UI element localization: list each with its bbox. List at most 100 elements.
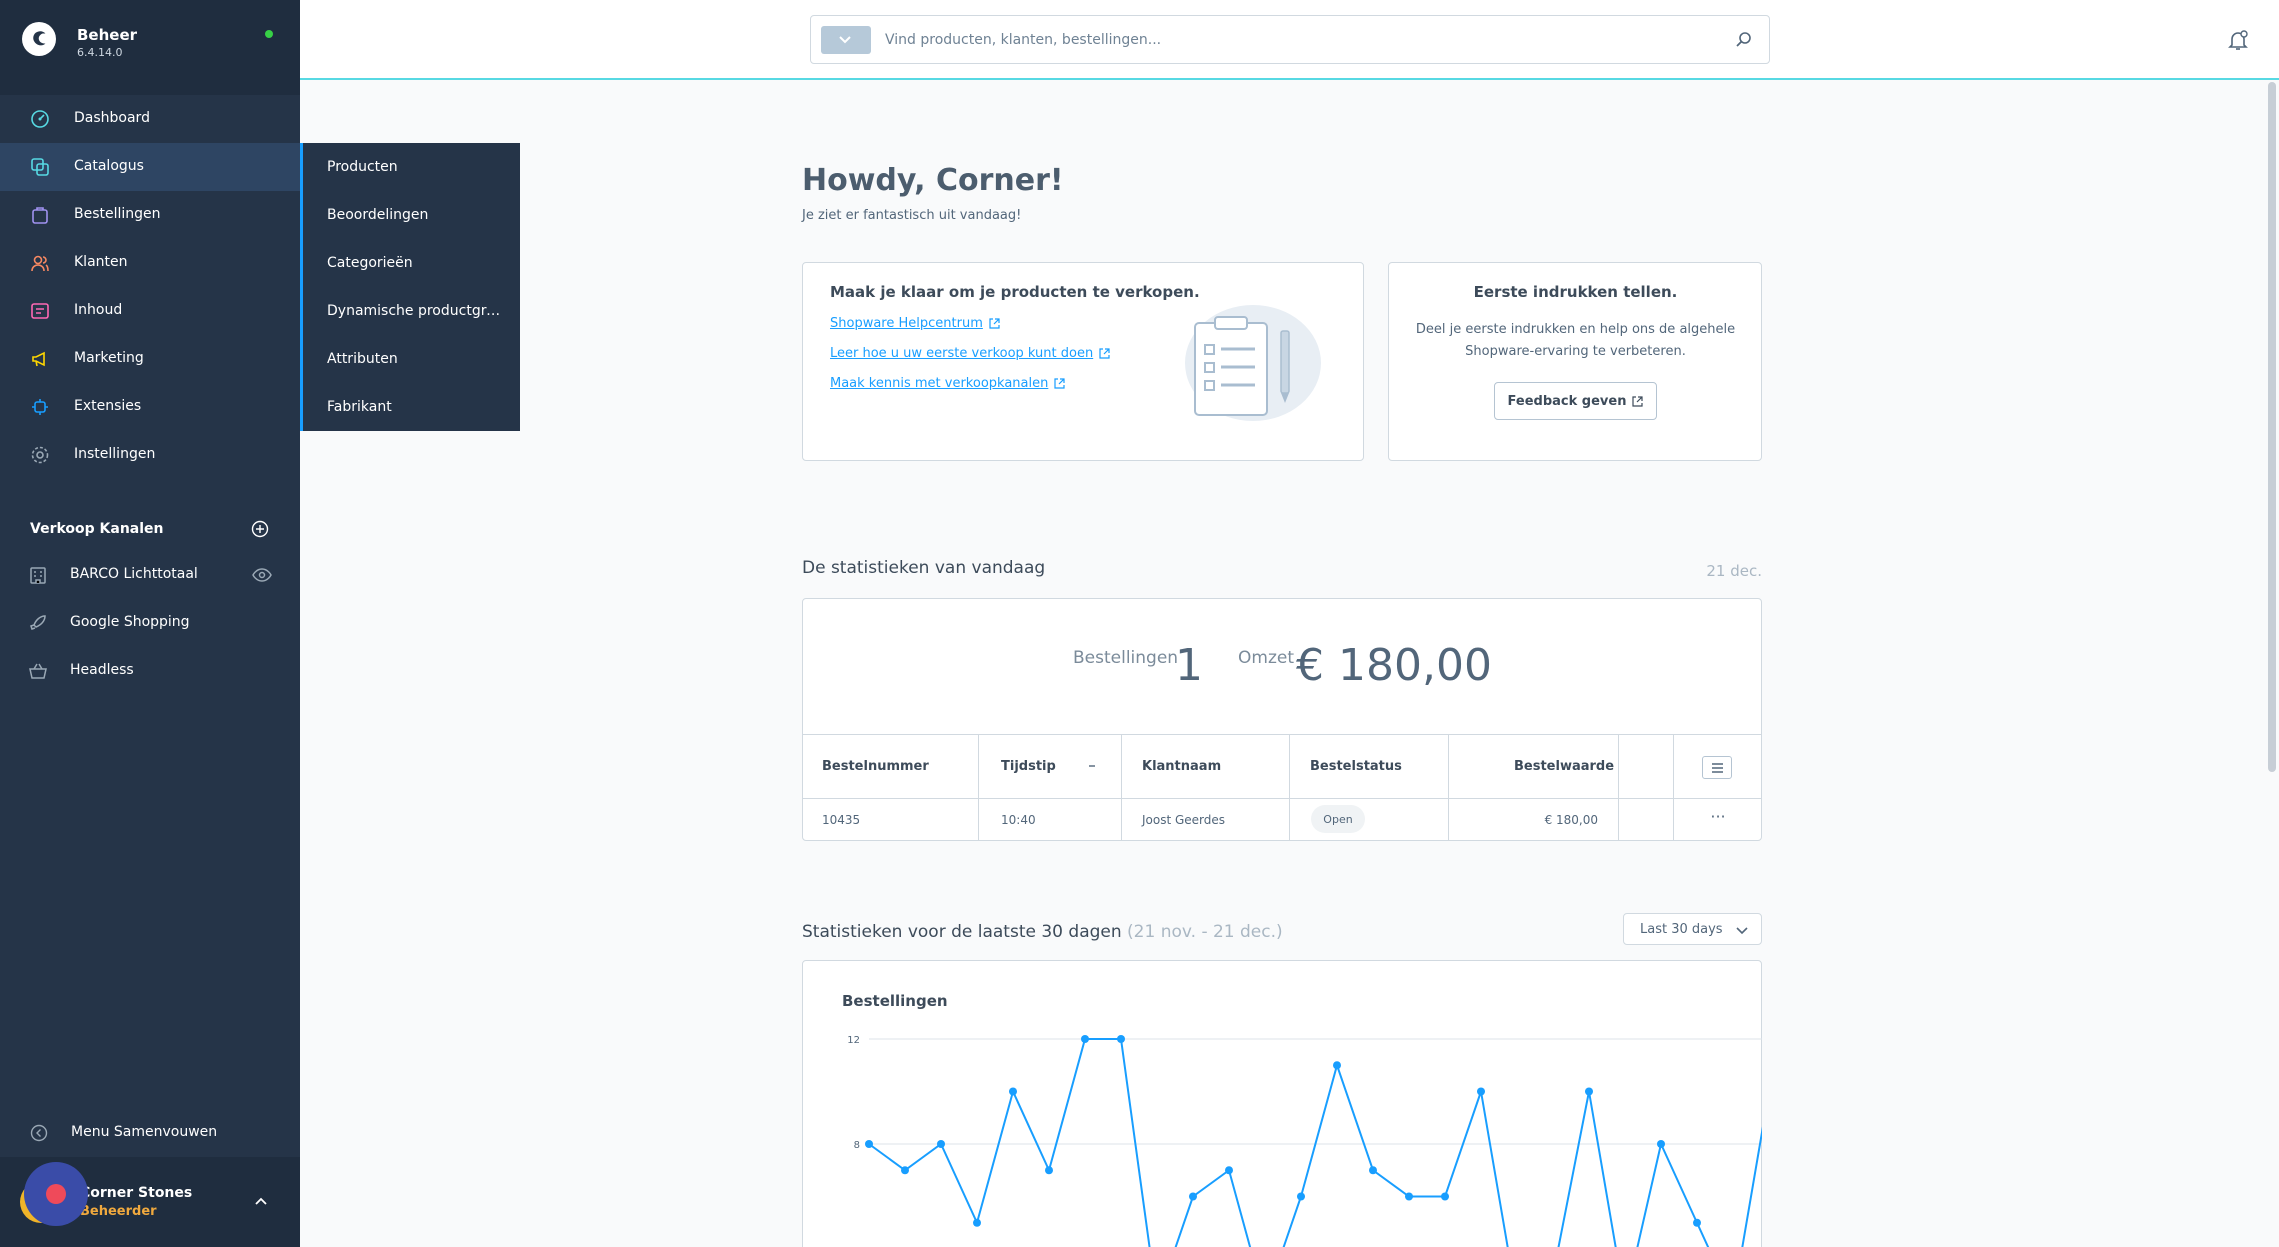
help-center-link[interactable]: Shopware Helpcentrum: [830, 316, 1000, 331]
col-header-klantnaam[interactable]: Klantnaam: [1142, 759, 1221, 774]
sidebar-item-extensies[interactable]: Extensies: [0, 383, 300, 431]
sort-indicator-icon[interactable]: [1088, 762, 1096, 770]
collapse-menu-label: Menu Samenvouwen: [71, 1124, 218, 1140]
add-sales-channel-icon[interactable]: [251, 520, 269, 538]
sidebar-item-inhoud[interactable]: Inhoud: [0, 287, 300, 335]
sales-channel-label: Google Shopping: [70, 614, 190, 630]
sales-channel-headless[interactable]: Headless: [0, 649, 300, 693]
chart-data-point[interactable]: [1117, 1035, 1125, 1043]
first-sale-link[interactable]: Leer hoe u uw eerste verkoop kunt doen: [830, 346, 1110, 361]
chart-y-tick-label: 8: [854, 1140, 860, 1151]
chart-data-point[interactable]: [1441, 1192, 1449, 1201]
basket-icon: [29, 663, 47, 679]
settings-icon: [31, 446, 49, 464]
extensions-icon: [32, 399, 48, 415]
chart-data-point[interactable]: [973, 1218, 981, 1227]
greeting-title: Howdy, Corner!: [802, 163, 1064, 198]
notification-bell-icon[interactable]: [2226, 28, 2250, 52]
chart-data-point[interactable]: [1081, 1035, 1089, 1043]
collapse-menu-button[interactable]: Menu Samenvouwen: [0, 1112, 300, 1152]
chart-data-point[interactable]: [1297, 1192, 1305, 1201]
search-input[interactable]: [885, 26, 1715, 54]
sidebar-item-marketing[interactable]: Marketing: [0, 335, 300, 383]
marketing-icon: [32, 351, 45, 367]
feedback-text: Deel je eerste indrukken en help ons de …: [1415, 322, 1736, 359]
app-version: 6.4.14.0: [77, 46, 123, 59]
range-select-value: Last 30 days: [1640, 922, 1723, 937]
revenue-kpi-label: Omzet: [1238, 648, 1294, 668]
chart-data-point[interactable]: [1369, 1166, 1377, 1175]
link-text: Shopware Helpcentrum: [830, 316, 983, 331]
status-badge: Open: [1311, 805, 1365, 833]
chart-data-point[interactable]: [1405, 1192, 1413, 1201]
user-name: Corner Stones: [80, 1185, 193, 1201]
catalog-flyout-menu: Producten Beoordelingen Categorieën Dyna…: [300, 143, 520, 431]
chevron-left-circle-icon: [30, 1124, 48, 1142]
floating-action-button[interactable]: [24, 1162, 88, 1226]
eye-icon[interactable]: [252, 567, 272, 583]
stats30-title-text: Statistieken voor de laatste 30 dagen: [802, 922, 1122, 942]
col-header-bestelwaarde[interactable]: Bestelwaarde: [1514, 759, 1614, 774]
sidebar: Beheer 6.4.14.0 Dashboard Catalogus Best…: [0, 0, 300, 1247]
external-link-icon: [989, 318, 1000, 329]
chart-data-point[interactable]: [1693, 1218, 1701, 1227]
cell-order-number[interactable]: 10435: [822, 813, 860, 827]
catalog-icon: [31, 158, 49, 176]
sidebar-item-bestellingen[interactable]: Bestellingen: [0, 191, 300, 239]
table-col-divider: [978, 734, 979, 840]
chart-data-point[interactable]: [1477, 1087, 1485, 1096]
table-col-divider: [1121, 734, 1122, 840]
chart-data-point[interactable]: [1045, 1166, 1053, 1175]
sidebar-item-label: Catalogus: [74, 158, 144, 174]
global-search: [810, 15, 1770, 64]
chevron-down-icon: [839, 36, 851, 44]
orders-kpi-label: Bestellingen: [1073, 648, 1179, 668]
search-type-dropdown[interactable]: [821, 26, 871, 54]
flyout-item-attributen[interactable]: Attributen: [327, 351, 507, 367]
link-text: Maak kennis met verkoopkanalen: [830, 376, 1049, 391]
chart-data-point[interactable]: [1009, 1087, 1017, 1096]
chart-data-point[interactable]: [1333, 1061, 1341, 1070]
sidebar-item-instellingen[interactable]: Instellingen: [0, 431, 300, 479]
sidebar-item-catalogus[interactable]: Catalogus: [0, 143, 300, 191]
sidebar-item-label: Extensies: [74, 398, 142, 414]
sidebar-item-label: Instellingen: [74, 446, 156, 462]
chevron-up-icon[interactable]: [253, 1193, 269, 1209]
shopware-logo[interactable]: [22, 22, 56, 56]
search-icon[interactable]: [1735, 31, 1753, 49]
col-header-bestelstatus[interactable]: Bestelstatus: [1310, 759, 1402, 774]
sidebar-item-label: Klanten: [74, 254, 128, 270]
page-scrollbar[interactable]: [2268, 82, 2276, 772]
col-header-tijdstip[interactable]: Tijdstip: [1001, 759, 1056, 774]
flyout-item-categorieen[interactable]: Categorieën: [327, 255, 507, 271]
feedback-button[interactable]: Feedback geven: [1494, 382, 1657, 420]
chart-data-point[interactable]: [937, 1140, 945, 1148]
sidebar-item-klanten[interactable]: Klanten: [0, 239, 300, 287]
sidebar-item-dashboard[interactable]: Dashboard: [0, 95, 300, 143]
sales-channel-barco[interactable]: BARCO Lichttotaal: [0, 553, 300, 597]
flyout-item-producten[interactable]: Producten: [327, 159, 507, 175]
chart-series-line: [868, 1038, 1762, 1247]
feedback-title: Eerste indrukken tellen.: [1473, 283, 1678, 301]
sales-channels-title: Verkoop Kanalen: [30, 521, 164, 537]
chart-data-point[interactable]: [1657, 1140, 1665, 1148]
flyout-item-dynamische-productgroepen[interactable]: Dynamische productgroepen: [327, 303, 507, 319]
chart-data-point[interactable]: [1225, 1166, 1233, 1175]
chart-data-point[interactable]: [865, 1140, 873, 1148]
chart-data-point[interactable]: [1189, 1192, 1197, 1201]
sales-channels-link[interactable]: Maak kennis met verkoopkanalen: [830, 376, 1065, 391]
flyout-item-beoordelingen[interactable]: Beoordelingen: [327, 207, 507, 223]
flyout-item-fabrikant[interactable]: Fabrikant: [327, 399, 507, 415]
column-settings-button[interactable]: [1702, 756, 1732, 779]
list-icon: [1712, 763, 1723, 773]
shopware-logo-icon: [33, 31, 46, 46]
row-actions-menu-icon[interactable]: ···: [1708, 809, 1728, 830]
table-col-divider: [1673, 734, 1674, 840]
content-icon: [31, 303, 49, 319]
chart-data-point[interactable]: [901, 1166, 909, 1175]
range-select[interactable]: Last 30 days: [1623, 913, 1762, 945]
sales-channel-google-shopping[interactable]: Google Shopping: [0, 601, 300, 645]
greeting-subtitle: Je ziet er fantastisch uit vandaag!: [802, 208, 1022, 223]
col-header-bestelnummer[interactable]: Bestelnummer: [822, 759, 929, 774]
chart-data-point[interactable]: [1585, 1087, 1593, 1096]
